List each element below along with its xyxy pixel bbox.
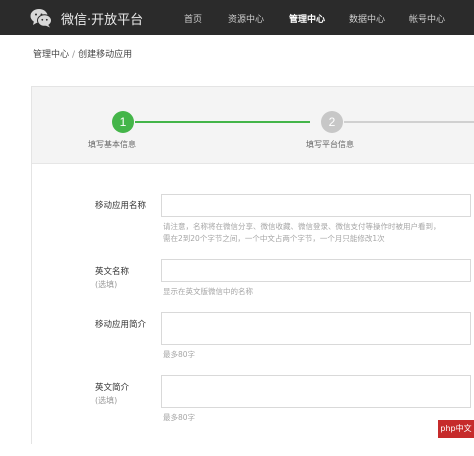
step-1-circle: 1 [112, 111, 134, 133]
app-intro-textarea[interactable] [161, 312, 471, 345]
platform-brand-title[interactable]: 微信·开放平台 [61, 9, 143, 28]
breadcrumb-separator: / [72, 50, 76, 60]
english-name-label: 英文名称 [95, 267, 130, 277]
app-name-hint-line2: 需在2到20个字节之间，一个中文占两个字节，一个月只能修改1次 [163, 234, 385, 243]
step-2-circle: 2 [321, 111, 343, 133]
step-progress-bar: 1 填写基本信息 2 填写平台信息 [32, 87, 474, 164]
step-connector-pending [344, 121, 474, 123]
english-intro-label: 英文简介 [95, 383, 130, 393]
step-2-label: 填写平台信息 [306, 140, 354, 149]
wechat-logo-icon [30, 9, 52, 28]
app-intro-hint: 最多80字 [163, 350, 196, 359]
step-1-label: 填写基本信息 [88, 140, 136, 149]
nav-item-management-center[interactable]: 管理中心 [289, 12, 325, 25]
nav-item-resource-center[interactable]: 资源中心 [228, 12, 264, 25]
top-navigation-bar: 微信·开放平台 首页 资源中心 管理中心 数据中心 帐号中心 [0, 0, 474, 35]
app-name-input[interactable] [161, 194, 471, 217]
english-intro-hint: 最多80字 [163, 413, 196, 422]
nav-item-home[interactable]: 首页 [184, 12, 202, 25]
english-intro-optional-label: (选填) [95, 396, 118, 405]
english-name-input[interactable] [161, 259, 471, 282]
breadcrumb-current: 创建移动应用 [78, 50, 133, 60]
app-intro-label: 移动应用简介 [95, 320, 147, 330]
nav-item-data-center[interactable]: 数据中心 [349, 12, 385, 25]
breadcrumb: 管理中心 / 创建移动应用 [33, 47, 132, 60]
app-name-hint-line1: 请注意，名称将在微信分享、微信收藏、微信登录、微信支付等操作时被用户看到， [163, 222, 441, 231]
english-name-optional-label: (选填) [95, 280, 118, 289]
english-name-hint: 显示在英文版微信中的名称 [163, 287, 253, 296]
php-site-watermark: php中文网 [438, 420, 474, 451]
step-connector-done [135, 121, 310, 123]
breadcrumb-root-link[interactable]: 管理中心 [33, 50, 69, 60]
nav-item-account-center[interactable]: 帐号中心 [409, 12, 445, 25]
english-intro-textarea[interactable] [161, 375, 471, 408]
app-name-label: 移动应用名称 [95, 201, 147, 211]
